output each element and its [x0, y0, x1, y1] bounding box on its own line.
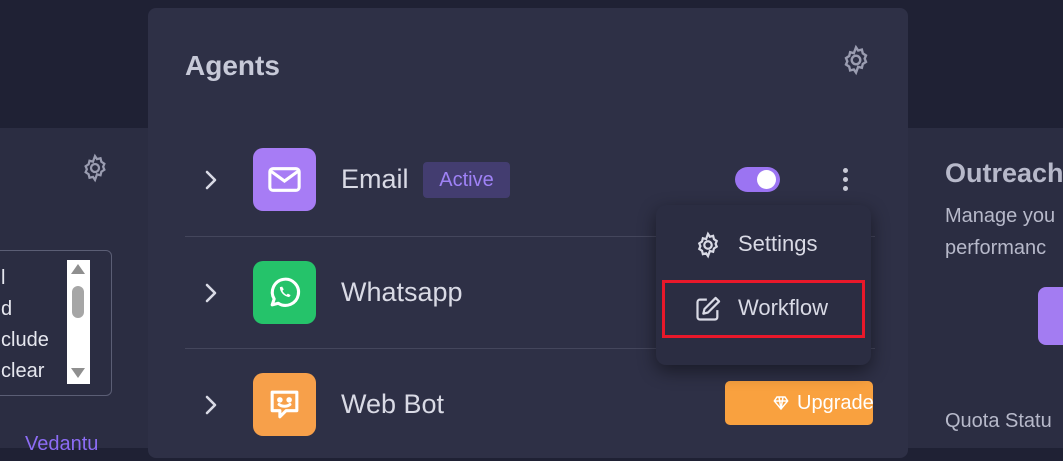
email-agent-tile: [253, 148, 316, 211]
menu-item-settings[interactable]: Settings: [694, 224, 864, 264]
chevron-right-icon[interactable]: [203, 168, 219, 192]
outreach-title: Outreach: [945, 158, 1063, 188]
link-text[interactable]: Vedantu: [25, 433, 98, 456]
text-line: clude: [1, 329, 49, 351]
more-options-icon[interactable]: [835, 166, 855, 194]
scroll-thumb[interactable]: [72, 286, 84, 318]
scrollbar[interactable]: [67, 260, 90, 384]
diamond-icon: [773, 396, 789, 411]
workflow-highlight-box: [662, 280, 865, 338]
text-line: l: [1, 267, 6, 289]
scroll-down-icon[interactable]: [71, 368, 85, 378]
text-line: clear: [1, 360, 45, 382]
gear-icon[interactable]: [840, 44, 872, 76]
quota-status-label: Quota Statu: [945, 410, 1052, 432]
status-badge: Active: [423, 162, 510, 198]
agent-name: Whatsapp: [341, 277, 463, 307]
web-bot-agent-tile: [253, 373, 316, 436]
toggle-knob: [757, 170, 776, 189]
upgrade-button[interactable]: Upgrade: [725, 381, 874, 425]
whatsapp-icon: [270, 277, 301, 307]
upgrade-label: Upgrade: [797, 392, 874, 414]
outreach-button[interactable]: [1038, 287, 1063, 345]
agent-name: Web Bot: [341, 389, 445, 419]
agent-toggle[interactable]: [735, 167, 780, 192]
chevron-right-icon[interactable]: [203, 281, 219, 305]
text-area[interactable]: l d clude clear: [0, 250, 112, 396]
whatsapp-agent-tile: [253, 261, 316, 324]
outreach-subtitle: Manage you performanc: [945, 205, 1056, 259]
gear-icon: [697, 231, 719, 259]
menu-item-label: Settings: [738, 231, 818, 256]
gear-icon[interactable]: [80, 153, 110, 183]
scroll-up-icon[interactable]: [71, 264, 85, 274]
panel-title: Agents: [185, 50, 280, 81]
text-line: d: [1, 298, 13, 320]
mail-icon: [268, 167, 301, 192]
chat-bot-icon: [270, 390, 299, 419]
agent-name: Email: [341, 164, 409, 194]
chevron-right-icon[interactable]: [203, 393, 219, 417]
